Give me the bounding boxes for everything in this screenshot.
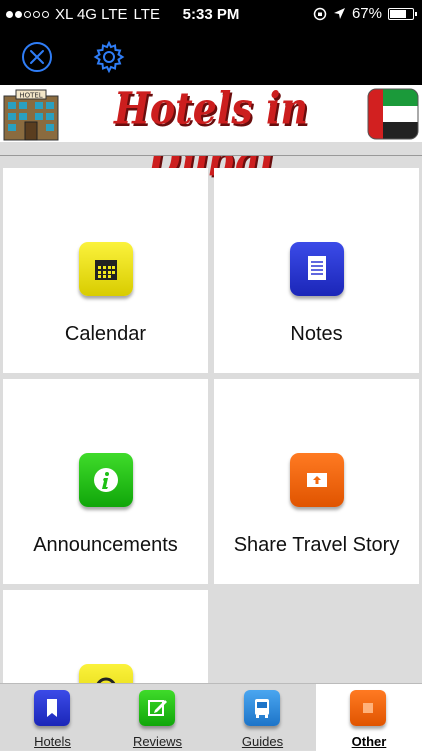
bookmark-icon (47, 699, 57, 717)
tab-guides-icon-bg (244, 690, 280, 726)
hotel-sign-text: HOTEL (19, 92, 42, 100)
tab-other-icon-bg (350, 690, 386, 726)
notes-tile[interactable]: Notes (214, 168, 419, 373)
banner-divider (0, 142, 422, 156)
notes-icon (308, 256, 326, 280)
at-sign-icon (96, 677, 116, 683)
tab-reviews-label: Reviews (132, 734, 183, 749)
tab-reviews[interactable]: Reviews (105, 684, 210, 751)
notes-tile-icon (290, 242, 344, 296)
hotel-building-icon: HOTEL (3, 89, 59, 141)
announcements-label: Announcements (33, 534, 178, 556)
calendar-tile[interactable]: Calendar (3, 168, 208, 373)
contact-tile[interactable] (3, 590, 208, 683)
tab-hotels-icon-bg (34, 690, 70, 726)
share-travel-story-tile[interactable]: Share Travel Story (214, 379, 419, 584)
location-arrow-icon (333, 8, 345, 19)
close-circle-icon (22, 42, 52, 72)
edit-icon (148, 700, 167, 716)
calendar-label: Calendar (64, 323, 147, 345)
tab-reviews-icon-bg (139, 690, 175, 726)
tab-other[interactable]: Other (316, 684, 422, 751)
announcements-tile-icon (79, 453, 133, 507)
share-travel-story-tile-icon (290, 453, 344, 507)
top-toolbar (0, 30, 422, 85)
settings-button[interactable] (92, 40, 126, 74)
calendar-tile-icon (79, 242, 133, 296)
notes-label: Notes (290, 323, 343, 345)
status-right: 67% (313, 5, 417, 22)
bus-icon (255, 699, 269, 718)
calendar-icon (95, 260, 117, 280)
share-travel-story-label: Share Travel Story (233, 534, 400, 556)
share-photo-icon (307, 473, 327, 487)
tab-other-label: Other (351, 734, 387, 749)
status-bar: XL 4G LTE LTE 5:33 PM 67% (0, 0, 422, 30)
uae-flag-icon (367, 88, 419, 140)
battery-percent: 67% (351, 5, 382, 22)
battery-icon (388, 7, 417, 20)
gear-icon (93, 40, 125, 74)
bottom-tab-bar: Hotels Reviews Guides Other (0, 683, 422, 751)
tab-guides[interactable]: Guides (210, 684, 315, 751)
tab-guides-label: Guides (241, 734, 284, 749)
announcements-tile[interactable]: Announcements (3, 379, 208, 584)
header-banner: HOTEL Hotels in Dubai (0, 82, 422, 186)
tab-hotels-label: Hotels (34, 734, 71, 749)
square-icon (363, 703, 373, 713)
contact-tile-icon (79, 664, 133, 683)
orientation-lock-icon (313, 7, 327, 20)
info-icon (94, 468, 118, 492)
tab-hotels[interactable]: Hotels (0, 684, 105, 751)
close-button[interactable] (20, 40, 54, 74)
